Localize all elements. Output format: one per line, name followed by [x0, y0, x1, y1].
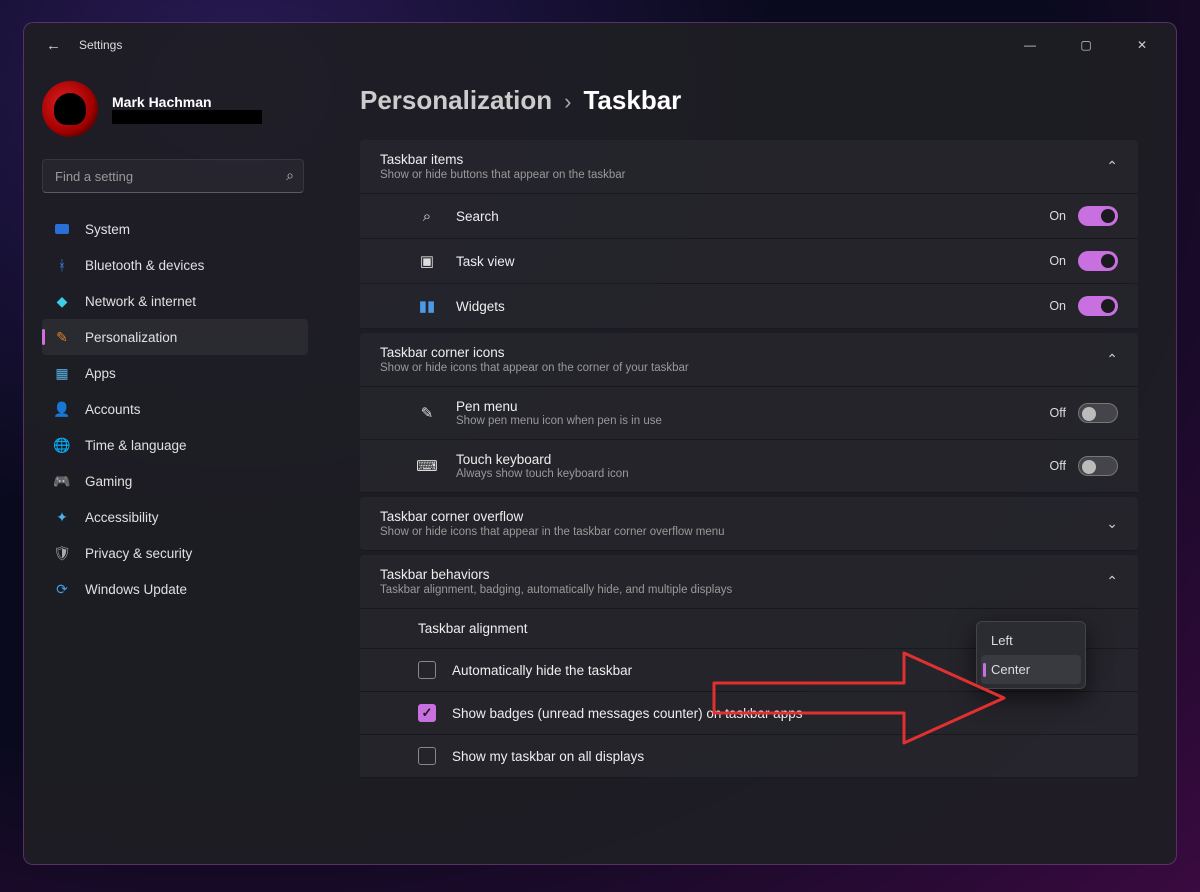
alignment-dropdown[interactable]: Left Center — [976, 621, 1086, 689]
pen-icon: ✎ — [418, 404, 436, 422]
row-widgets[interactable]: ▮▮Widgets On — [360, 284, 1138, 329]
display-icon — [54, 221, 70, 237]
toggle-touchkb[interactable] — [1078, 456, 1118, 476]
settings-window: ← Settings ― ▢ ✕ Mark Hachman ⌕ System — [23, 22, 1177, 865]
toggle-pen[interactable] — [1078, 403, 1118, 423]
minimize-button[interactable]: ― — [1008, 30, 1052, 60]
keyboard-icon: ⌨ — [418, 457, 436, 475]
nav-update[interactable]: ⟳Windows Update — [42, 571, 308, 607]
titlebar: ← Settings ― ▢ ✕ — [24, 23, 1176, 67]
wifi-icon: ◆ — [54, 293, 70, 309]
chevron-up-icon: ⌃ — [1106, 158, 1118, 175]
breadcrumb-parent[interactable]: Personalization — [360, 85, 552, 116]
breadcrumb-current: Taskbar — [583, 85, 681, 116]
apps-icon: ▦ — [54, 365, 70, 381]
alignment-option-left[interactable]: Left — [981, 626, 1081, 655]
nav-network[interactable]: ◆Network & internet — [42, 283, 308, 319]
close-button[interactable]: ✕ — [1120, 30, 1164, 60]
accessibility-icon: ✦ — [54, 509, 70, 525]
nav-privacy[interactable]: 🛡Privacy & security — [42, 535, 308, 571]
row-pen-menu[interactable]: ✎Pen menuShow pen menu icon when pen is … — [360, 387, 1138, 440]
row-touch-keyboard[interactable]: ⌨Touch keyboardAlways show touch keyboar… — [360, 440, 1138, 493]
checkbox-alldisplays[interactable] — [418, 747, 436, 765]
chevron-down-icon: ⌄ — [1106, 515, 1118, 532]
alignment-option-center[interactable]: Center — [981, 655, 1081, 684]
profile-name: Mark Hachman — [112, 94, 262, 110]
nav-accessibility[interactable]: ✦Accessibility — [42, 499, 308, 535]
row-taskview[interactable]: ▣Task view On — [360, 239, 1138, 284]
chevron-up-icon: ⌃ — [1106, 351, 1118, 368]
section-corner-icons[interactable]: Taskbar corner icons Show or hide icons … — [360, 333, 1138, 387]
brush-icon: ✎ — [54, 329, 70, 345]
row-badges[interactable]: ✓Show badges (unread messages counter) o… — [360, 692, 1138, 735]
profile-block[interactable]: Mark Hachman — [42, 81, 308, 137]
search-icon: ⌕ — [418, 208, 436, 225]
gamepad-icon: 🎮 — [54, 473, 70, 489]
globe-icon: 🌐 — [54, 437, 70, 453]
nav-time[interactable]: 🌐Time & language — [42, 427, 308, 463]
nav-system[interactable]: System — [42, 211, 308, 247]
widgets-icon: ▮▮ — [418, 297, 436, 315]
back-button[interactable]: ← — [46, 37, 61, 54]
toggle-search[interactable] — [1078, 206, 1118, 226]
window-title: Settings — [79, 38, 122, 52]
nav-bluetooth[interactable]: ᚼBluetooth & devices — [42, 247, 308, 283]
section-overflow[interactable]: Taskbar corner overflow Show or hide ico… — [360, 497, 1138, 551]
taskview-icon: ▣ — [418, 252, 436, 270]
section-behaviors[interactable]: Taskbar behaviors Taskbar alignment, bad… — [360, 555, 1138, 609]
section-taskbar-items[interactable]: Taskbar items Show or hide buttons that … — [360, 140, 1138, 194]
row-all-displays[interactable]: Show my taskbar on all displays — [360, 735, 1138, 778]
profile-sub — [112, 110, 262, 124]
bluetooth-icon: ᚼ — [54, 257, 70, 273]
chevron-up-icon: ⌃ — [1106, 573, 1118, 590]
nav-accounts[interactable]: 👤Accounts — [42, 391, 308, 427]
row-search[interactable]: ⌕Search On — [360, 194, 1138, 239]
toggle-widgets[interactable] — [1078, 296, 1118, 316]
search-input[interactable] — [42, 159, 304, 193]
person-icon: 👤 — [54, 401, 70, 417]
update-icon: ⟳ — [54, 581, 70, 597]
main-content: Personalization › Taskbar Taskbar items … — [320, 67, 1176, 864]
breadcrumb: Personalization › Taskbar — [360, 85, 1138, 116]
nav-apps[interactable]: ▦Apps — [42, 355, 308, 391]
checkbox-autohide[interactable] — [418, 661, 436, 679]
nav-gaming[interactable]: 🎮Gaming — [42, 463, 308, 499]
shield-icon: 🛡 — [54, 545, 70, 561]
chevron-right-icon: › — [564, 89, 571, 115]
checkbox-badges[interactable]: ✓ — [418, 704, 436, 722]
sidebar: Mark Hachman ⌕ System ᚼBluetooth & devic… — [24, 67, 320, 864]
search-icon: ⌕ — [286, 167, 294, 184]
toggle-taskview[interactable] — [1078, 251, 1118, 271]
maximize-button[interactable]: ▢ — [1064, 30, 1108, 60]
avatar — [42, 81, 98, 137]
nav-personalization[interactable]: ✎Personalization — [42, 319, 308, 355]
